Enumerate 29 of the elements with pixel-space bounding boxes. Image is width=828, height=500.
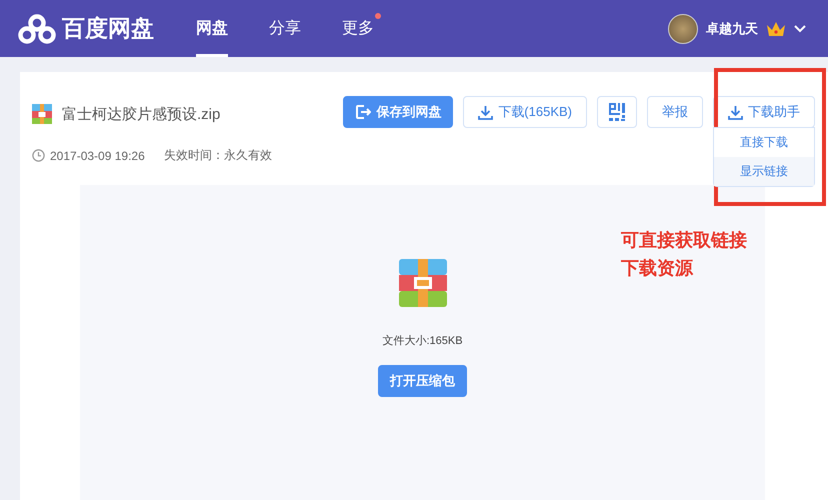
nav-tab[interactable]: 网盘 — [196, 0, 228, 57]
user-name[interactable]: 卓越九天 — [706, 20, 758, 38]
share-date: 2017-03-09 19:26 — [50, 148, 145, 162]
nav-tab[interactable]: 更多 — [342, 0, 374, 57]
expiry-text: 失效时间：永久有效 — [164, 147, 272, 164]
avatar[interactable] — [668, 14, 698, 44]
file-size: 文件大小:165KB — [382, 334, 463, 348]
menu-item[interactable]: 直接下载 — [714, 128, 814, 157]
zip-file-icon — [32, 104, 52, 124]
download-icon — [728, 104, 743, 120]
annotation-text: 可直接获取链接 — [621, 229, 747, 252]
open-archive-button[interactable]: 打开压缩包 — [378, 365, 467, 397]
file-name: 富士柯达胶片感预设.zip — [62, 104, 220, 124]
logo-text: 百度网盘 — [62, 14, 154, 43]
download-icon — [478, 104, 494, 120]
zip-file-icon — [398, 259, 446, 307]
cloud-logo-icon — [18, 14, 56, 44]
chevron-down-icon[interactable] — [794, 24, 806, 32]
save-to-drive-button[interactable]: 保存到网盘 — [343, 96, 454, 128]
qr-code-icon — [609, 103, 625, 121]
nav-tab[interactable]: 分享 — [269, 0, 301, 57]
qr-code-button[interactable] — [597, 96, 637, 128]
clock-icon — [32, 149, 45, 162]
download-button[interactable]: 下载(165KB) — [463, 96, 587, 128]
save-icon — [355, 104, 372, 120]
annotation-text: 下载资源 — [621, 257, 694, 280]
menu-item[interactable]: 显示链接 — [714, 157, 814, 186]
report-button[interactable]: 举报 — [647, 96, 703, 128]
download-button[interactable]: 下载助手 — [713, 96, 815, 128]
